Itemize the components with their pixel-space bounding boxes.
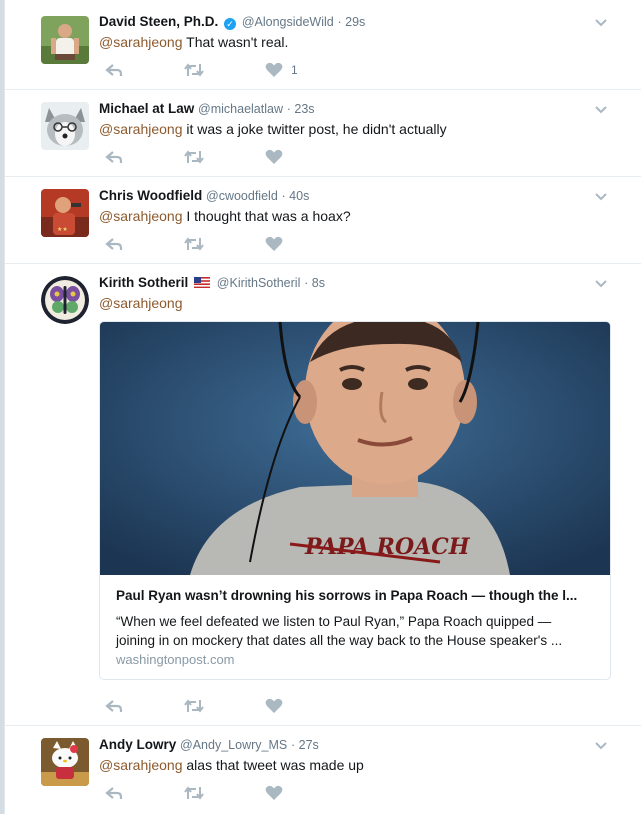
retweet-icon[interactable] (183, 698, 205, 714)
timestamp[interactable]: · 23s (287, 102, 315, 116)
tweet-text: @sarahjeong alas that tweet was made up (99, 757, 364, 773)
screen-name[interactable]: @Andy_Lowry_MS (180, 738, 287, 752)
tweet-header: David Steen, Ph.D. ✓ @AlongsideWild · 29… (99, 14, 365, 30)
husky-dog-avatar-icon (41, 102, 89, 150)
retweet-icon[interactable] (183, 62, 205, 78)
chevron-down-icon[interactable] (594, 279, 608, 289)
screen-name[interactable]: @AlongsideWild (242, 15, 334, 29)
person-avatar-icon: ★★ (41, 189, 89, 237)
tweet-header: Michael at Law @michaelatlaw · 23s (99, 101, 315, 116)
card-description-line: joining in on mockery that dates all the… (116, 633, 563, 648)
avatar[interactable] (41, 16, 89, 64)
tweet-3[interactable]: ★★ Chris Woodfield @cwoodfield · 40s @sa… (5, 177, 641, 264)
retweet-icon[interactable] (183, 149, 205, 165)
tweet-body: That wasn't real. (182, 34, 289, 50)
tweet-header: Kirith Sotheril @KirithSotheril · 8s (99, 275, 325, 290)
screen-name[interactable]: @cwoodfield (206, 189, 278, 203)
avatar[interactable] (41, 276, 89, 324)
heart-icon[interactable] (265, 236, 283, 252)
tweet-1[interactable]: David Steen, Ph.D. ✓ @AlongsideWild · 29… (5, 0, 641, 90)
tweet-text: @sarahjeong I thought that was a hoax? (99, 208, 351, 224)
avatar[interactable]: ★★ (41, 189, 89, 237)
tweet-text: @sarahjeong That wasn't real. (99, 34, 288, 50)
heart-icon[interactable] (265, 785, 283, 801)
mention-link[interactable]: @sarahjeong (99, 295, 183, 311)
reply-icon[interactable] (105, 62, 123, 78)
display-name[interactable]: David Steen, Ph.D. (99, 14, 218, 29)
tweet-2[interactable]: Michael at Law @michaelatlaw · 23s @sara… (5, 90, 641, 177)
chevron-down-icon[interactable] (594, 18, 608, 28)
display-name[interactable]: Andy Lowry (99, 737, 176, 752)
mention-link[interactable]: @sarahjeong (99, 121, 183, 137)
article-image[interactable]: PAPA ROACH (100, 322, 610, 575)
screen-name[interactable]: @KirithSotheril (217, 276, 301, 290)
retweet-icon[interactable] (183, 236, 205, 252)
display-name[interactable]: Chris Woodfield (99, 188, 202, 203)
card-description-line: “When we feel defeated we listen to Paul… (116, 614, 552, 629)
butterfly-emblem-avatar-icon (41, 276, 89, 324)
chevron-down-icon[interactable] (594, 105, 608, 115)
card-description: “When we feel defeated we listen to Paul… (116, 612, 600, 650)
tweet-4[interactable]: Kirith Sotheril @KirithSotheril · 8s @sa… (5, 264, 641, 726)
avatar[interactable] (41, 102, 89, 150)
display-name[interactable]: Kirith Sotheril (99, 275, 188, 290)
tweet-body: I thought that was a hoax? (182, 208, 351, 224)
verified-badge-icon: ✓ (224, 18, 237, 30)
tweet-5[interactable]: Andy Lowry @Andy_Lowry_MS · 27s @sarahje… (5, 726, 641, 814)
avatar[interactable] (41, 738, 89, 786)
timestamp[interactable]: · 29s (337, 15, 365, 29)
svg-text:★★: ★★ (57, 226, 68, 233)
tweet-text: @sarahjeong it was a joke twitter post, … (99, 121, 447, 137)
mention-link[interactable]: @sarahjeong (99, 757, 183, 773)
heart-icon[interactable] (265, 698, 283, 714)
mention-link[interactable]: @sarahjeong (99, 34, 183, 50)
reply-icon[interactable] (105, 236, 123, 252)
mention-link[interactable]: @sarahjeong (99, 208, 183, 224)
tweet-header: Chris Woodfield @cwoodfield · 40s (99, 188, 309, 203)
reply-icon[interactable] (105, 698, 123, 714)
tweet-header: Andy Lowry @Andy_Lowry_MS · 27s (99, 737, 319, 752)
screen-name[interactable]: @michaelatlaw (198, 102, 283, 116)
tweet-text: @sarahjeong (99, 295, 183, 311)
hello-kitty-avatar-icon (41, 738, 89, 786)
retweet-icon[interactable] (183, 785, 205, 801)
reply-icon[interactable] (105, 149, 123, 165)
display-name[interactable]: Michael at Law (99, 101, 194, 116)
timestamp[interactable]: · 8s (304, 276, 325, 290)
heart-icon[interactable] (265, 62, 283, 78)
reply-icon[interactable] (105, 785, 123, 801)
heart-icon[interactable] (265, 149, 283, 165)
timestamp[interactable]: · 27s (291, 738, 319, 752)
timeline: David Steen, Ph.D. ✓ @AlongsideWild · 29… (4, 0, 641, 814)
card-domain[interactable]: washingtonpost.com (116, 652, 235, 667)
timestamp[interactable]: · 40s (282, 189, 310, 203)
card-title[interactable]: Paul Ryan wasn’t drowning his sorrows in… (116, 588, 577, 603)
us-flag-icon (194, 277, 211, 288)
tweet-body: alas that tweet was made up (182, 757, 364, 773)
like-count: 1 (291, 63, 298, 77)
chevron-down-icon[interactable] (594, 741, 608, 751)
tweet-body: it was a joke twitter post, he didn't ac… (182, 121, 447, 137)
chevron-down-icon[interactable] (594, 192, 608, 202)
person-avatar-icon (41, 16, 89, 64)
link-card[interactable]: PAPA ROACH Paul Ryan wasn’t drowning his… (99, 321, 611, 680)
